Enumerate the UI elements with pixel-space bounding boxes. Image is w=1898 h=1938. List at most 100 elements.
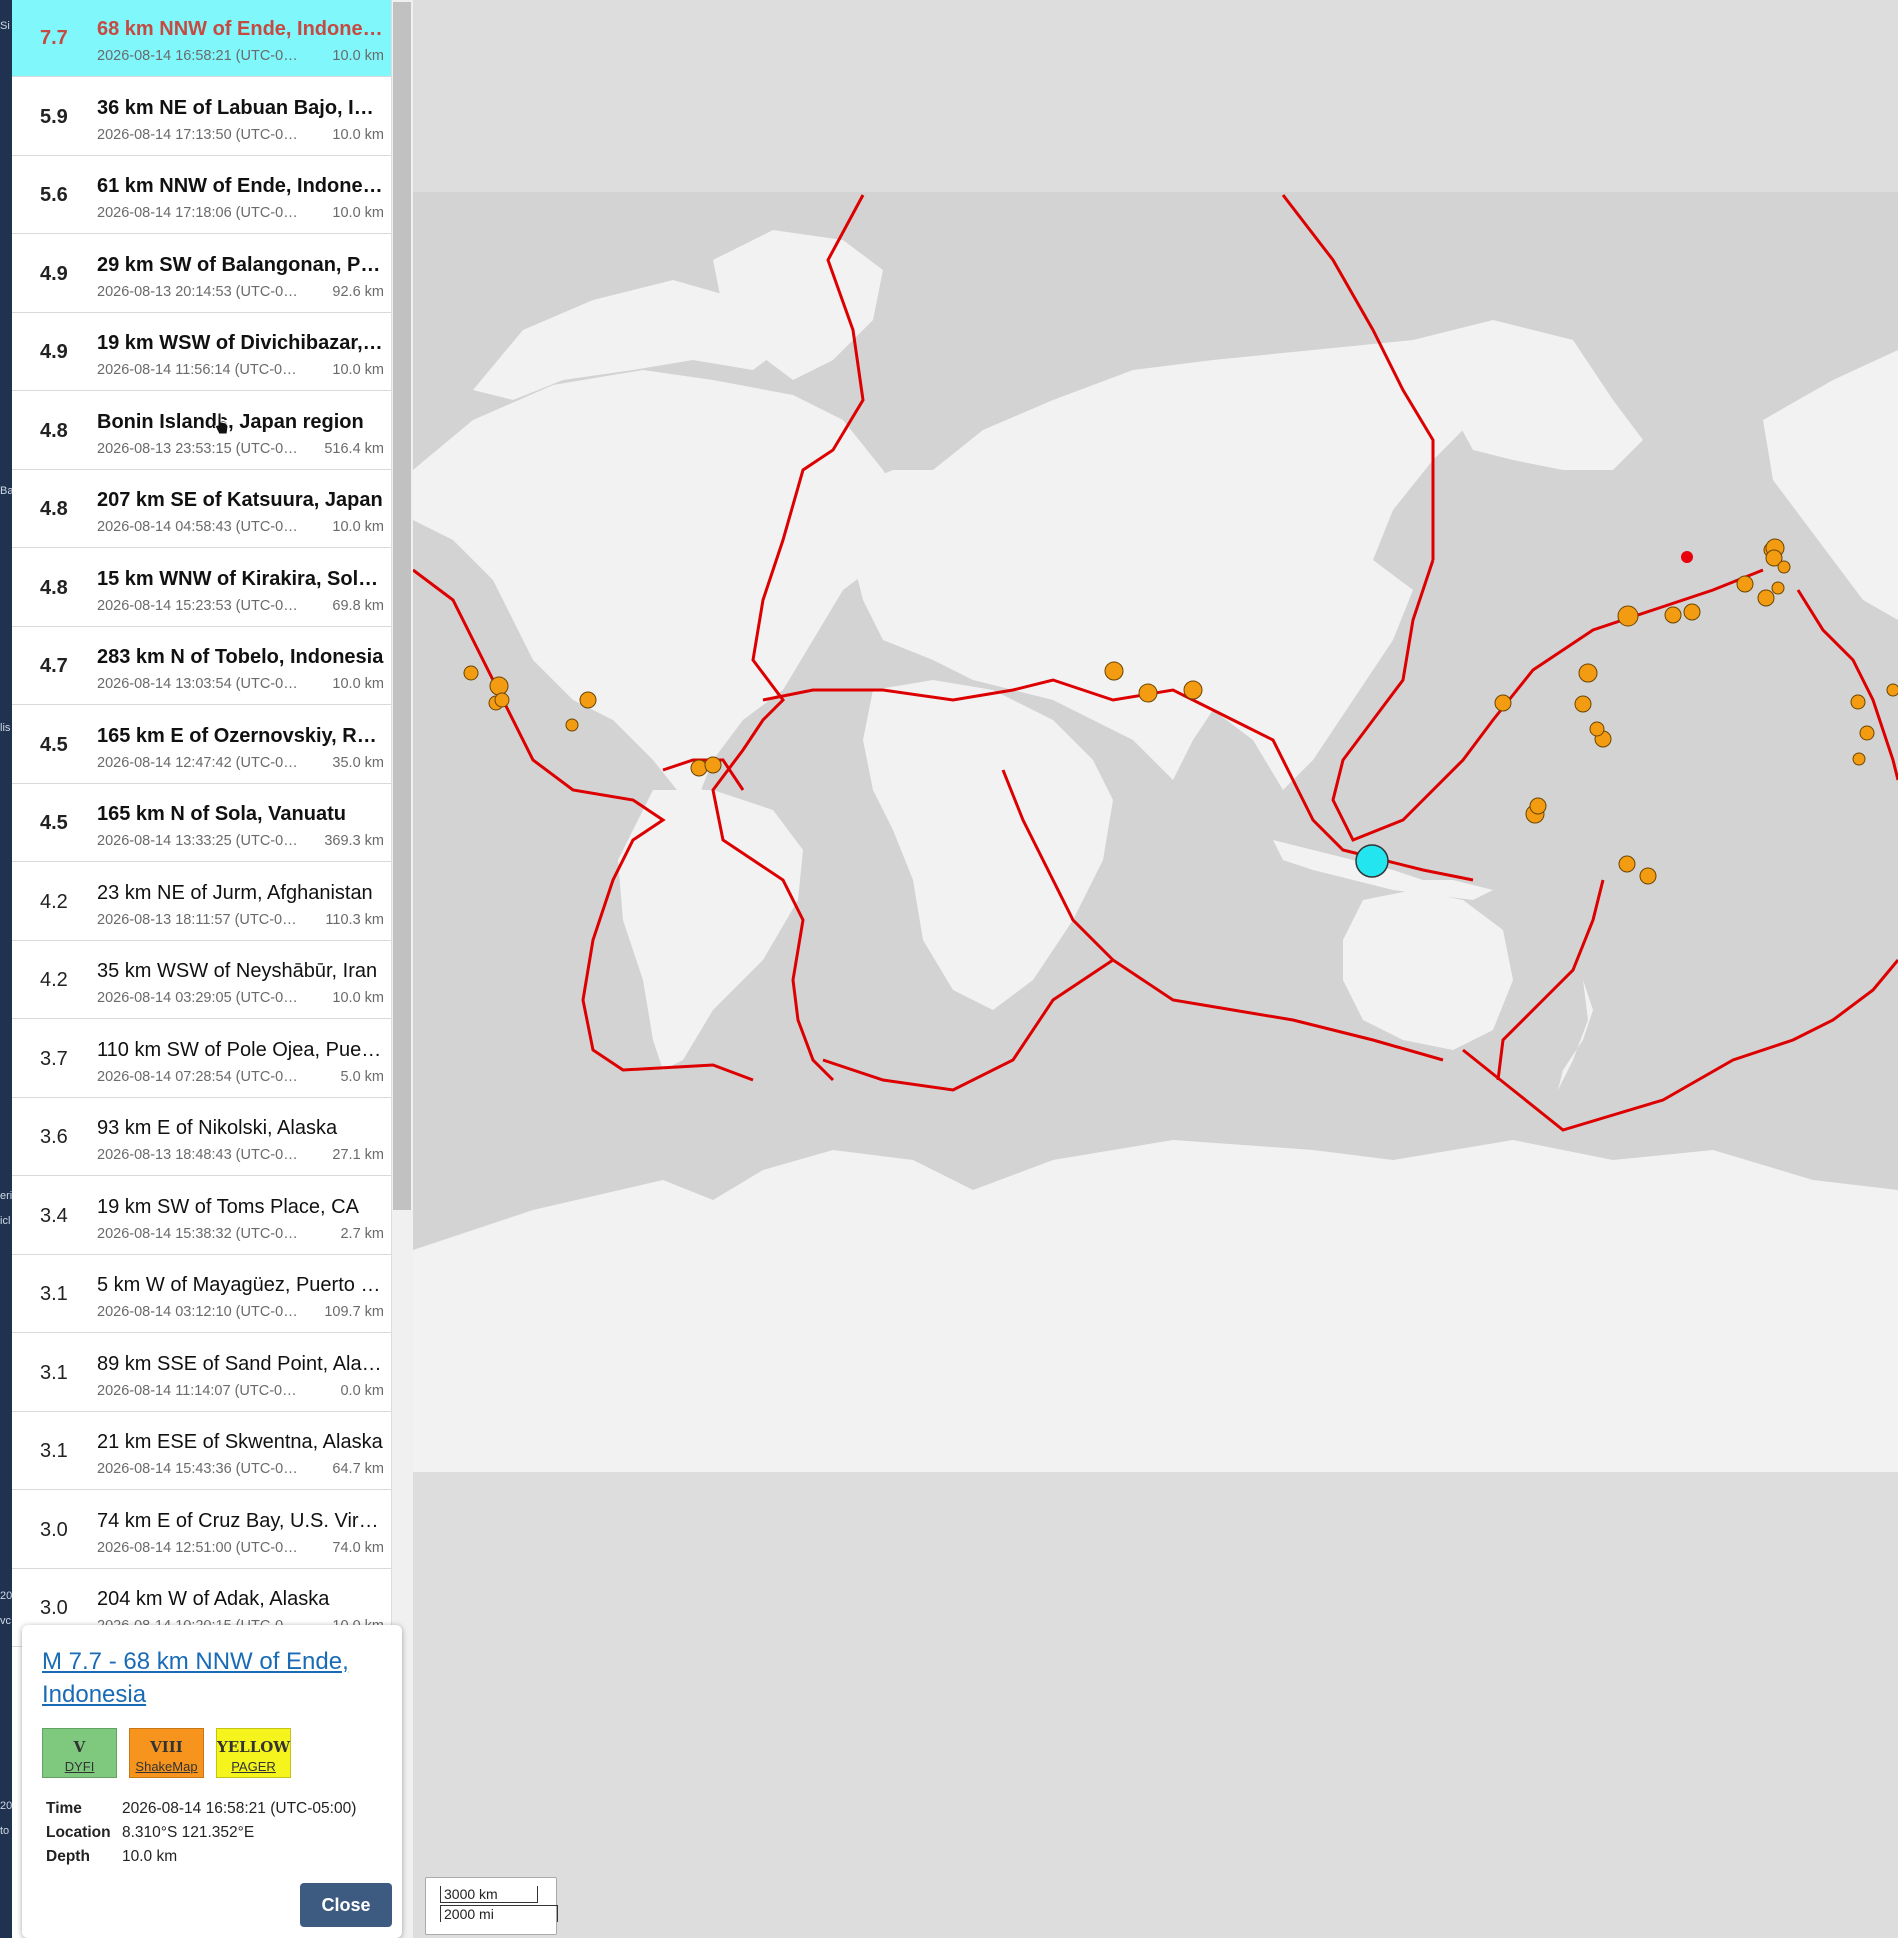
- quake-depth: 2.7 km: [340, 1225, 384, 1242]
- earthquake-list-item[interactable]: 4.2 23 km NE of Jurm, Afghanistan 2026-08-…: [12, 863, 391, 941]
- earthquake-list-item[interactable]: 3.7 110 km SW of Pole Ojea, Puerto Rico 20…: [12, 1020, 391, 1098]
- earthquake-list-item[interactable]: 3.0 74 km E of Cruz Bay, U.S. Virgin Isla…: [12, 1491, 391, 1569]
- earthquake-list-item[interactable]: 5.9 36 km NE of Labuan Bajo, Indonesia 202…: [12, 78, 391, 156]
- pager-badge[interactable]: YELLOW PAGER: [216, 1728, 291, 1778]
- earthquake-list-item[interactable]: 4.8 15 km WNW of Kirakira, Solomon Island…: [12, 549, 391, 627]
- earthquake-marker[interactable]: [1771, 581, 1785, 595]
- earthquake-marker[interactable]: [1104, 661, 1124, 681]
- earthquake-marker[interactable]: [1886, 683, 1898, 697]
- quake-depth: 74.0 km: [332, 1539, 384, 1556]
- quake-place: 89 km SSE of Sand Point, Alaska: [97, 1352, 385, 1375]
- pager-label[interactable]: PAGER: [217, 1759, 290, 1774]
- earthquake-list-item[interactable]: 3.4 19 km SW of Toms Place, CA 2026-08-14 …: [12, 1177, 391, 1255]
- earthquake-list-item[interactable]: 3.1 89 km SSE of Sand Point, Alaska 2026-0…: [12, 1334, 391, 1412]
- earthquake-marker[interactable]: [565, 718, 579, 732]
- quake-depth: 92.6 km: [332, 283, 384, 300]
- background-window-text: lis: [0, 722, 11, 734]
- world-map[interactable]: [413, 0, 1898, 1938]
- quake-place: 283 km N of Tobelo, Indonesia: [97, 646, 384, 668]
- quake-mag: 4.8: [40, 576, 68, 599]
- shakemap-badge[interactable]: VIII ShakeMap: [129, 1728, 204, 1778]
- pager-level: YELLOW: [217, 1738, 291, 1756]
- earthquake-marker[interactable]: [579, 691, 597, 709]
- quake-place: 74 km E of Cruz Bay, U.S. Virgin Islands: [97, 1509, 385, 1532]
- quake-time: 2026-08-14 15:43:36 (UTC-05:00): [97, 1461, 302, 1477]
- quake-mag: 7.7: [40, 27, 68, 49]
- quake-time: 2026-08-14 11:56:14 (UTC-05:00): [97, 362, 302, 378]
- earthquake-marker[interactable]: [494, 692, 510, 708]
- quake-place: 19 km SW of Toms Place, CA: [97, 1195, 359, 1218]
- quake-place: 5 km W of Mayagüez, Puerto Rico: [97, 1274, 385, 1296]
- earthquake-marker[interactable]: [489, 676, 509, 696]
- quake-time: 2026-08-14 17:18:06 (UTC-05:00): [97, 205, 302, 221]
- quake-mag: 5.9: [40, 105, 68, 128]
- earthquake-marker[interactable]: [1618, 855, 1636, 873]
- background-window-edge: Si Ba lis eri icl 20 vc 20 to: [0, 0, 12, 1938]
- earthquake-list-item[interactable]: 4.2 35 km WSW of Neyshābūr, Iran 2026-08-1…: [12, 942, 391, 1019]
- quake-time: 2026-08-14 12:47:42 (UTC-05:00): [97, 754, 302, 771]
- dyfi-label[interactable]: DYFI: [43, 1759, 116, 1774]
- earthquake-list-item[interactable]: 4.5 165 km E of Ozernovskiy, Russia 2026-0…: [12, 706, 391, 784]
- earthquake-list-item[interactable]: 3.6 93 km E of Nikolski, Alaska 2026-08-13…: [12, 1099, 391, 1176]
- quake-depth: 10.0 km: [332, 519, 384, 535]
- quake-depth: 35.0 km: [332, 754, 384, 771]
- earthquake-marker[interactable]: [1589, 721, 1605, 737]
- scale-mi: 2000 mi: [440, 1905, 558, 1922]
- earthquake-marker[interactable]: [1574, 695, 1592, 713]
- earthquake-marker[interactable]: [1859, 725, 1875, 741]
- background-window-text: vc: [0, 1615, 11, 1627]
- earthquake-marker[interactable]: [1852, 752, 1866, 766]
- quake-depth: 64.7 km: [332, 1461, 384, 1477]
- earthquake-marker[interactable]: [1183, 680, 1203, 700]
- earthquake-marker[interactable]: [1683, 603, 1701, 621]
- earthquake-list-item[interactable]: 4.5 165 km N of Sola, Vanuatu 2026-08-14 1…: [12, 785, 391, 862]
- popup-depth-row: Depth 10.0 km: [46, 1848, 177, 1866]
- earthquake-list-item[interactable]: 5.6 61 km NNW of Ende, Indonesia 2026-08-1…: [12, 157, 391, 234]
- earthquake-list-item[interactable]: 4.8 Bonin Islands, Japan region 2026-08-13…: [12, 392, 391, 470]
- shakemap-label[interactable]: ShakeMap: [130, 1759, 203, 1774]
- dyfi-badge[interactable]: V DYFI: [42, 1728, 117, 1778]
- earthquake-list-item[interactable]: 3.1 5 km W of Mayagüez, Puerto Rico 2026-0…: [12, 1256, 391, 1333]
- earthquake-list-item[interactable]: 4.9 19 km WSW of Divichibazar, Azerbaijan…: [12, 314, 391, 391]
- earthquake-marker[interactable]: [690, 759, 708, 777]
- background-window-text: Ba: [0, 485, 12, 497]
- earthquake-list-item[interactable]: 4.9 29 km SW of Balangonan, Philippines 20…: [12, 235, 391, 313]
- earthquake-marker[interactable]: [1664, 606, 1682, 624]
- background-window-text: to: [0, 1825, 10, 1837]
- earthquake-marker[interactable]: [1736, 575, 1754, 593]
- earthquake-marker[interactable]: [1617, 605, 1639, 627]
- quake-mag: 4.2: [40, 890, 68, 913]
- earthquake-marker[interactable]: [704, 756, 722, 774]
- earthquake-list-item[interactable]: 3.1 21 km ESE of Skwentna, Alaska 2026-08-…: [12, 1413, 391, 1490]
- earthquake-list-item[interactable]: 4.8 207 km SE of Katsuura, Japan 2026-08-1…: [12, 471, 391, 548]
- earthquake-marker[interactable]: [1639, 867, 1657, 885]
- close-button[interactable]: Close: [300, 1883, 392, 1927]
- quake-time: 2026-08-14 04:58:43 (UTC-05:00): [97, 519, 302, 535]
- quake-mag: 4.8: [40, 419, 68, 442]
- selected-earthquake-marker[interactable]: [1355, 844, 1389, 878]
- earthquake-marker[interactable]: [1494, 694, 1512, 712]
- scrollbar-thumb[interactable]: [393, 2, 411, 1210]
- recent-earthquake-marker[interactable]: [1681, 551, 1693, 563]
- quake-place: 61 km NNW of Ende, Indonesia: [97, 175, 385, 197]
- quake-place: 207 km SE of Katsuura, Japan: [97, 489, 383, 511]
- background-window-text: 20: [0, 1590, 12, 1602]
- earthquake-marker[interactable]: [463, 665, 479, 681]
- quake-time: 2026-08-14 13:03:54 (UTC-05:00): [97, 676, 302, 692]
- earthquake-marker[interactable]: [1578, 663, 1598, 683]
- earthquake-marker[interactable]: [1529, 797, 1547, 815]
- quake-mag: 4.5: [40, 812, 68, 834]
- earthquake-list-item[interactable]: 4.7 283 km N of Tobelo, Indonesia 2026-08-…: [12, 628, 391, 705]
- quake-place: 165 km N of Sola, Vanuatu: [97, 803, 346, 825]
- quake-time: 2026-08-13 18:48:43 (UTC-05:00): [97, 1147, 302, 1163]
- earthquake-marker[interactable]: [1138, 683, 1158, 703]
- background-window-text: icl: [0, 1215, 11, 1227]
- quake-mag: 4.2: [40, 969, 68, 991]
- earthquake-marker[interactable]: [1850, 694, 1866, 710]
- earthquake-list-item[interactable]: 7.7 68 km NNW of Ende, Indonesia 2026-08-1…: [12, 0, 391, 77]
- earthquake-marker[interactable]: [1777, 560, 1791, 574]
- popup-event-title-link[interactable]: M 7.7 - 68 km NNW of Ende, Indonesia: [42, 1645, 382, 1711]
- quake-mag: 4.8: [40, 498, 68, 520]
- popup-location-row: Location 8.310°S 121.352°E: [46, 1824, 254, 1842]
- earthquake-marker[interactable]: [1757, 589, 1775, 607]
